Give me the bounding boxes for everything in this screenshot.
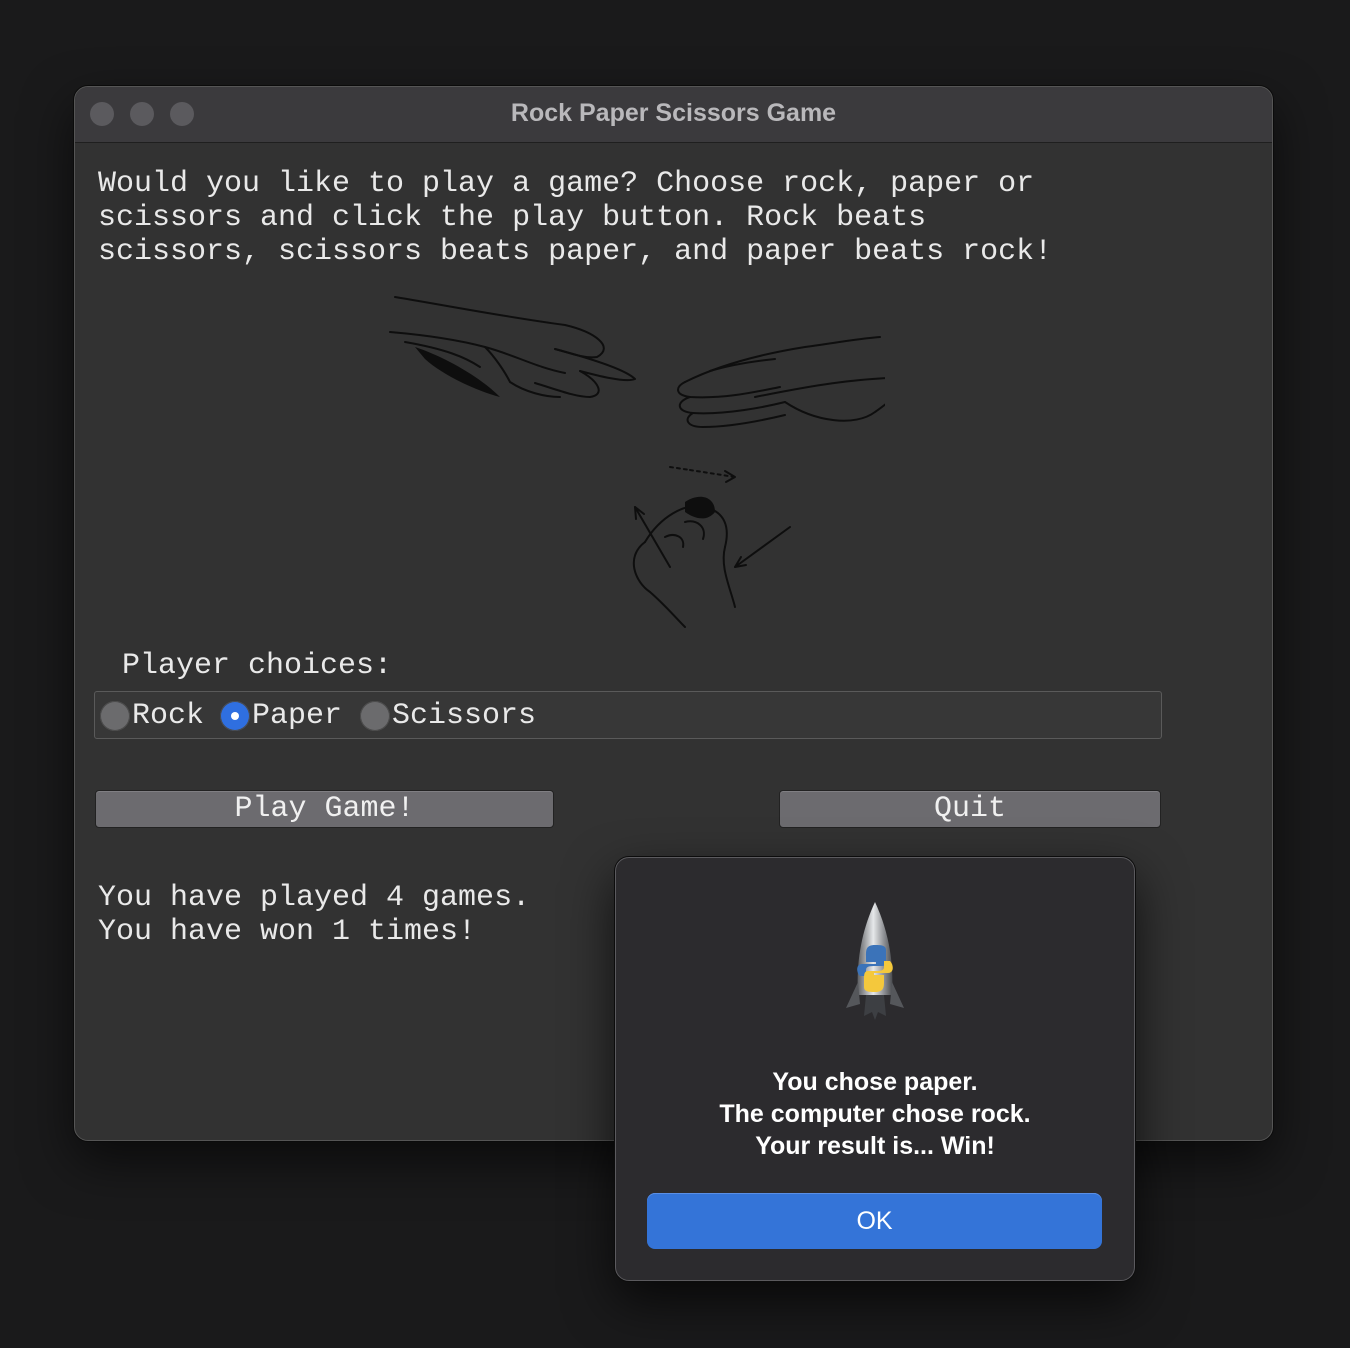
window-title: Rock Paper Scissors Game — [510, 99, 837, 127]
result-dialog: You chose paper. The computer chose rock… — [615, 857, 1135, 1281]
radio-rock-label[interactable]: Rock — [132, 699, 204, 733]
rock-paper-scissors-hands-icon — [389, 296, 885, 628]
radio-rock[interactable]: Rock — [100, 699, 204, 733]
ok-button[interactable]: OK — [647, 1193, 1102, 1249]
intro-text: Would you like to play a game? Choose ro… — [98, 167, 1053, 269]
dialog-line-result: Your result is... Win! — [755, 1132, 995, 1160]
radio-rock-circle[interactable] — [100, 701, 130, 731]
radio-paper-label[interactable]: Paper — [252, 699, 342, 733]
game-status: You have played 4 games. You have won 1 … — [98, 881, 530, 949]
python-launcher-rocket-icon — [846, 902, 904, 1020]
dialog-line-computer: The computer chose rock. — [719, 1100, 1031, 1128]
dialog-message: You chose paper. The computer chose rock… — [616, 1066, 1134, 1162]
radio-scissors-label[interactable]: Scissors — [392, 699, 536, 733]
radio-scissors[interactable]: Scissors — [360, 699, 536, 733]
player-choices-group: Rock Paper Scissors — [94, 691, 1162, 739]
title-bar[interactable]: Rock Paper Scissors Game — [75, 87, 1272, 143]
quit-button[interactable]: Quit — [779, 790, 1161, 828]
radio-paper[interactable]: Paper — [220, 699, 342, 733]
play-game-button[interactable]: Play Game! — [95, 790, 554, 828]
dialog-line-choice: You chose paper. — [772, 1068, 978, 1096]
games-played-text: You have played 4 games. — [98, 881, 531, 915]
games-won-text: You have won 1 times! — [98, 915, 477, 949]
player-choices-label: Player choices: — [122, 649, 393, 683]
radio-scissors-circle[interactable] — [360, 701, 390, 731]
radio-paper-circle[interactable] — [220, 701, 250, 731]
